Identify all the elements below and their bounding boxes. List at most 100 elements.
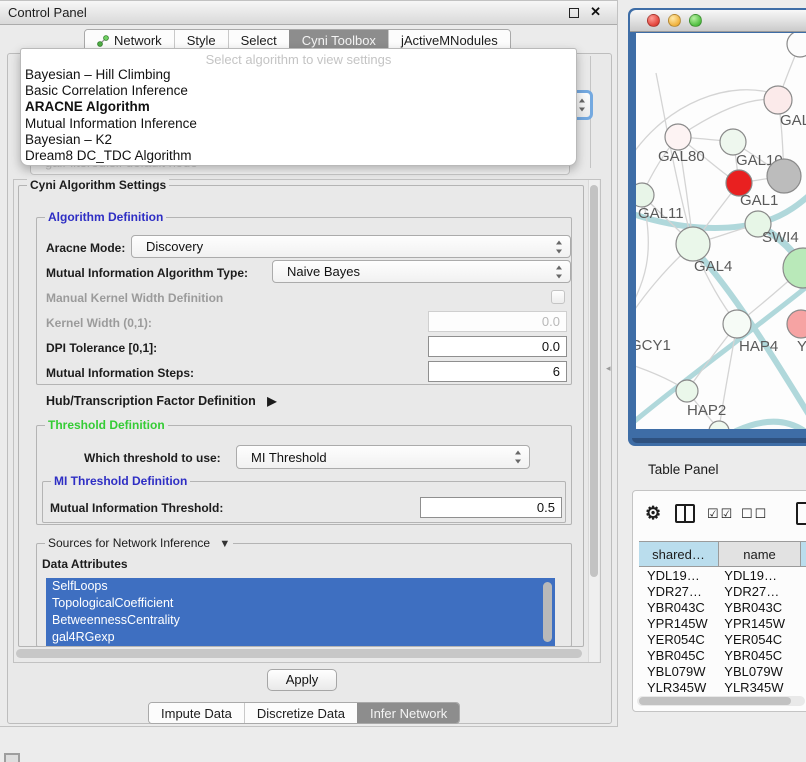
attribute-item[interactable]: TopologicalCoefficient	[46, 595, 555, 612]
node-label: GCY1	[636, 337, 671, 354]
table-horizontal-scroll-thumb[interactable]	[639, 697, 791, 705]
apply-button[interactable]: Apply	[267, 669, 337, 691]
settings-horizontal-scroll-thumb[interactable]	[16, 649, 582, 658]
table-header-row: shared…name	[639, 541, 806, 567]
node-label: HAP2	[687, 402, 726, 419]
network-node-gal[interactable]	[764, 86, 792, 114]
attributes-scrollbar[interactable]	[543, 582, 552, 642]
table-cell: YDL19…	[718, 568, 799, 584]
close-window-icon[interactable]	[647, 14, 660, 27]
aracne-mode-select[interactable]: Discovery	[131, 235, 571, 258]
table-horizontal-scrollbar[interactable]	[637, 696, 805, 706]
data-attributes-list: SelfLoopsTopologicalCoefficientBetweenne…	[46, 578, 555, 646]
tab-label: Impute Data	[161, 706, 232, 721]
hub-definition-toggle[interactable]: Hub/Transcription Factor Definition ▶	[46, 394, 276, 408]
column-header[interactable]: shared…	[639, 542, 719, 566]
algorithm-options: Bayesian – Hill ClimbingBasic Correlatio…	[21, 67, 576, 164]
minimize-window-icon[interactable]	[668, 14, 681, 27]
algorithm-option[interactable]: ARACNE Algorithm	[21, 99, 576, 115]
network-node-gal11[interactable]	[636, 183, 654, 207]
expand-right-icon: ▶	[267, 394, 276, 408]
mi-algorithm-type-select[interactable]: Naive Bayes	[272, 260, 571, 283]
deselect-all-columns-icon[interactable]: ☐☐	[741, 506, 768, 522]
tab-label: Select	[241, 33, 277, 48]
mi-algorithm-type-value: Naive Bayes	[287, 264, 360, 279]
sources-toggle[interactable]: Sources for Network Inference ▼	[45, 536, 233, 550]
network-node-y[interactable]	[787, 310, 806, 338]
network-node[interactable]	[787, 33, 806, 57]
table-row[interactable]: YBR043CYBR043C	[639, 600, 806, 616]
tab-infer-network[interactable]: Infer Network	[357, 703, 459, 723]
manual-kernel-width-checkbox[interactable]	[551, 290, 565, 304]
table-toolbar: ⚙ ☑☑ ☐☐	[633, 497, 806, 533]
tab-label: Network	[114, 33, 162, 48]
cyni-settings-title: Cyni Algorithm Settings	[27, 178, 169, 192]
table-rows: YDL19…YDL19…13YDR27…YDR27…12YBR043CYBR04…	[639, 568, 806, 696]
node-label: GAL80	[658, 148, 705, 165]
close-panel-icon[interactable]: ✕	[590, 4, 601, 20]
kernel-width-field[interactable]: 0.0	[428, 311, 567, 332]
network-node[interactable]	[767, 159, 801, 193]
attribute-item[interactable]: gal4RGexp	[46, 629, 555, 646]
algorithm-option[interactable]: Dream8 DC_TDC Algorithm	[21, 148, 576, 164]
algorithm-option[interactable]: Basic Correlation Inference	[21, 83, 576, 99]
mi-steps-field[interactable]: 6	[428, 361, 567, 382]
column-header[interactable]: name	[719, 542, 801, 566]
tab-label: Infer Network	[370, 706, 447, 721]
manual-kernel-width-label: Manual Kernel Width Definition	[46, 291, 223, 305]
export-table-icon[interactable]	[796, 502, 806, 525]
collapsed-panel-icon[interactable]	[4, 753, 20, 762]
network-graph[interactable]: GALGAL80GAL10GAL1GAL11SWI4GAL4GCY1HAP4YH…	[636, 33, 806, 429]
node-label: SWI4	[762, 229, 799, 246]
table-row[interactable]: YBL079WYBL079W	[639, 664, 806, 680]
table-cell: YBL079W	[639, 664, 718, 680]
attribute-item[interactable]: SelfLoops	[46, 578, 555, 595]
which-threshold-select[interactable]: MI Threshold	[236, 445, 530, 469]
tab-label: Style	[187, 33, 216, 48]
expand-down-icon: ▼	[219, 538, 230, 550]
mi-threshold-definition-title: MI Threshold Definition	[51, 474, 190, 488]
network-node-gal4[interactable]	[676, 227, 710, 261]
table-cell: YPR145W	[639, 616, 718, 632]
dpi-tolerance-field[interactable]: 0.0	[428, 336, 567, 357]
table-row[interactable]: YDL19…YDL19…13	[639, 568, 806, 584]
table-row[interactable]: YBR045CYBR045C9.	[639, 648, 806, 664]
table-row[interactable]: YLR345WYLR345W9.	[639, 680, 806, 696]
node-label: GAL11	[638, 205, 684, 222]
zoom-window-icon[interactable]	[689, 14, 702, 27]
split-columns-icon[interactable]	[675, 504, 695, 523]
gear-icon[interactable]: ⚙	[645, 503, 661, 524]
network-node-gal80[interactable]	[665, 124, 691, 150]
table-cell: YBR043C	[639, 600, 718, 616]
panel-splitter-handle-icon[interactable]: ◂	[606, 363, 611, 374]
float-window-icon[interactable]	[569, 8, 579, 18]
algorithm-option[interactable]: Bayesian – Hill Climbing	[21, 67, 576, 83]
tab-discretize-data[interactable]: Discretize Data	[244, 703, 357, 723]
attribute-item[interactable]: BetweennessCentrality	[46, 612, 555, 629]
table-row[interactable]: YDR27…YDR27…12	[639, 584, 806, 600]
dpi-tolerance-label: DPI Tolerance [0,1]:	[46, 341, 157, 355]
mi-threshold-field[interactable]: 0.5	[420, 497, 562, 518]
table-cell: 9.	[800, 680, 806, 696]
select-all-columns-icon[interactable]: ☑☑	[707, 506, 734, 522]
sources-title: Sources for Network Inference	[48, 536, 210, 550]
aracne-mode-value: Discovery	[146, 239, 203, 254]
stepper-arrows-icon	[555, 240, 564, 253]
table-row[interactable]: YER054CYER054C8.	[639, 632, 806, 648]
network-node[interactable]	[709, 421, 729, 429]
network-canvas[interactable]: GALGAL80GAL10GAL1GAL11SWI4GAL4GCY1HAP4YH…	[636, 33, 806, 429]
table-row[interactable]: YPR145WYPR145W9.	[639, 616, 806, 632]
table-cell	[800, 664, 806, 680]
algorithm-option[interactable]: Bayesian – K2	[21, 132, 576, 148]
table-cell: 9.	[800, 648, 806, 664]
network-node-hap2[interactable]	[676, 380, 698, 402]
settings-vertical-scrollbar[interactable]	[588, 180, 599, 662]
settings-vertical-scroll-thumb[interactable]	[590, 185, 598, 577]
tab-label: jActiveMNodules	[401, 33, 498, 48]
column-header[interactable]	[801, 542, 806, 566]
algorithm-definition-title: Algorithm Definition	[45, 210, 166, 224]
network-node-hap4[interactable]	[723, 310, 751, 338]
tab-impute-data[interactable]: Impute Data	[149, 703, 244, 723]
aracne-mode-label: Aracne Mode:	[46, 241, 125, 255]
algorithm-option[interactable]: Mutual Information Inference	[21, 116, 576, 132]
